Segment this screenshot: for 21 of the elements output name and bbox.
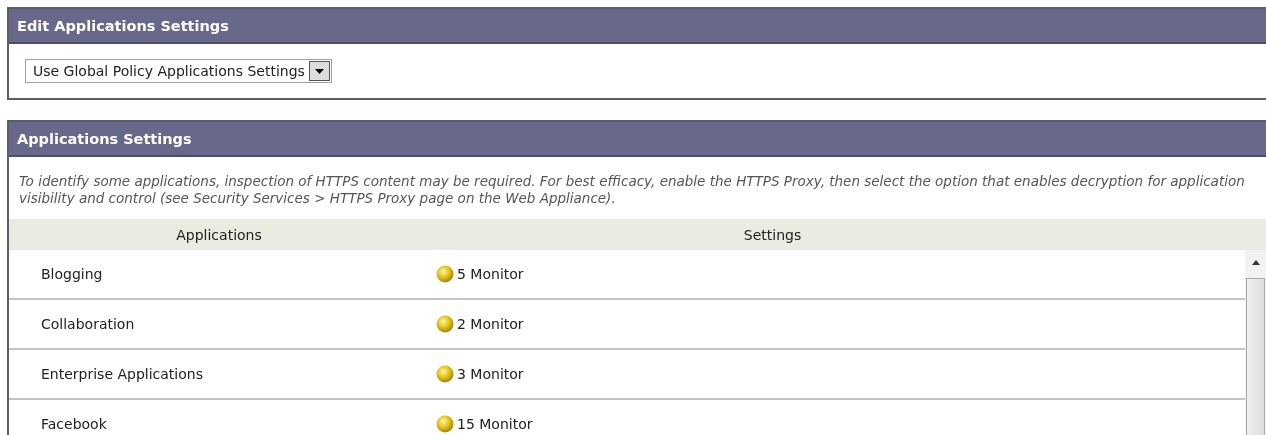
scrollbar[interactable] [1245, 250, 1266, 435]
setting-link[interactable]: 3 Monitor [457, 366, 524, 382]
panel-title: Edit Applications Settings [17, 17, 229, 34]
setting-link[interactable]: 2 Monitor [457, 316, 524, 332]
setting-link[interactable]: 15 Monitor [457, 416, 533, 432]
application-name: Collaboration [40, 316, 136, 332]
setting-link[interactable]: 5 Monitor [457, 266, 524, 282]
column-header: Settings [742, 226, 803, 243]
status-dot-icon [436, 365, 454, 383]
status-dot-icon [436, 265, 454, 283]
application-name: Facebook [40, 416, 108, 432]
status-dot-icon [436, 315, 454, 333]
status-dot-icon [436, 415, 454, 433]
panel-title: Applications Settings [17, 130, 192, 147]
column-header: Applications [175, 226, 263, 243]
scroll-thumb[interactable] [1246, 278, 1265, 435]
application-name: Enterprise Applications [40, 366, 204, 382]
description-text: To identify some applications, inspection of HTTPS content may be required. For best efficacy, enable the HTTPS Proxy, then select the option that enables decryption for application visibility and control (see Security Services > HTTPS Proxy page on the Web Appliance). [18, 172, 1246, 208]
application-name: Blogging [40, 266, 104, 282]
scroll-up-icon[interactable] [1251, 260, 1260, 265]
policy-dropdown[interactable]: Use Global Policy Applications Settings [25, 59, 332, 83]
